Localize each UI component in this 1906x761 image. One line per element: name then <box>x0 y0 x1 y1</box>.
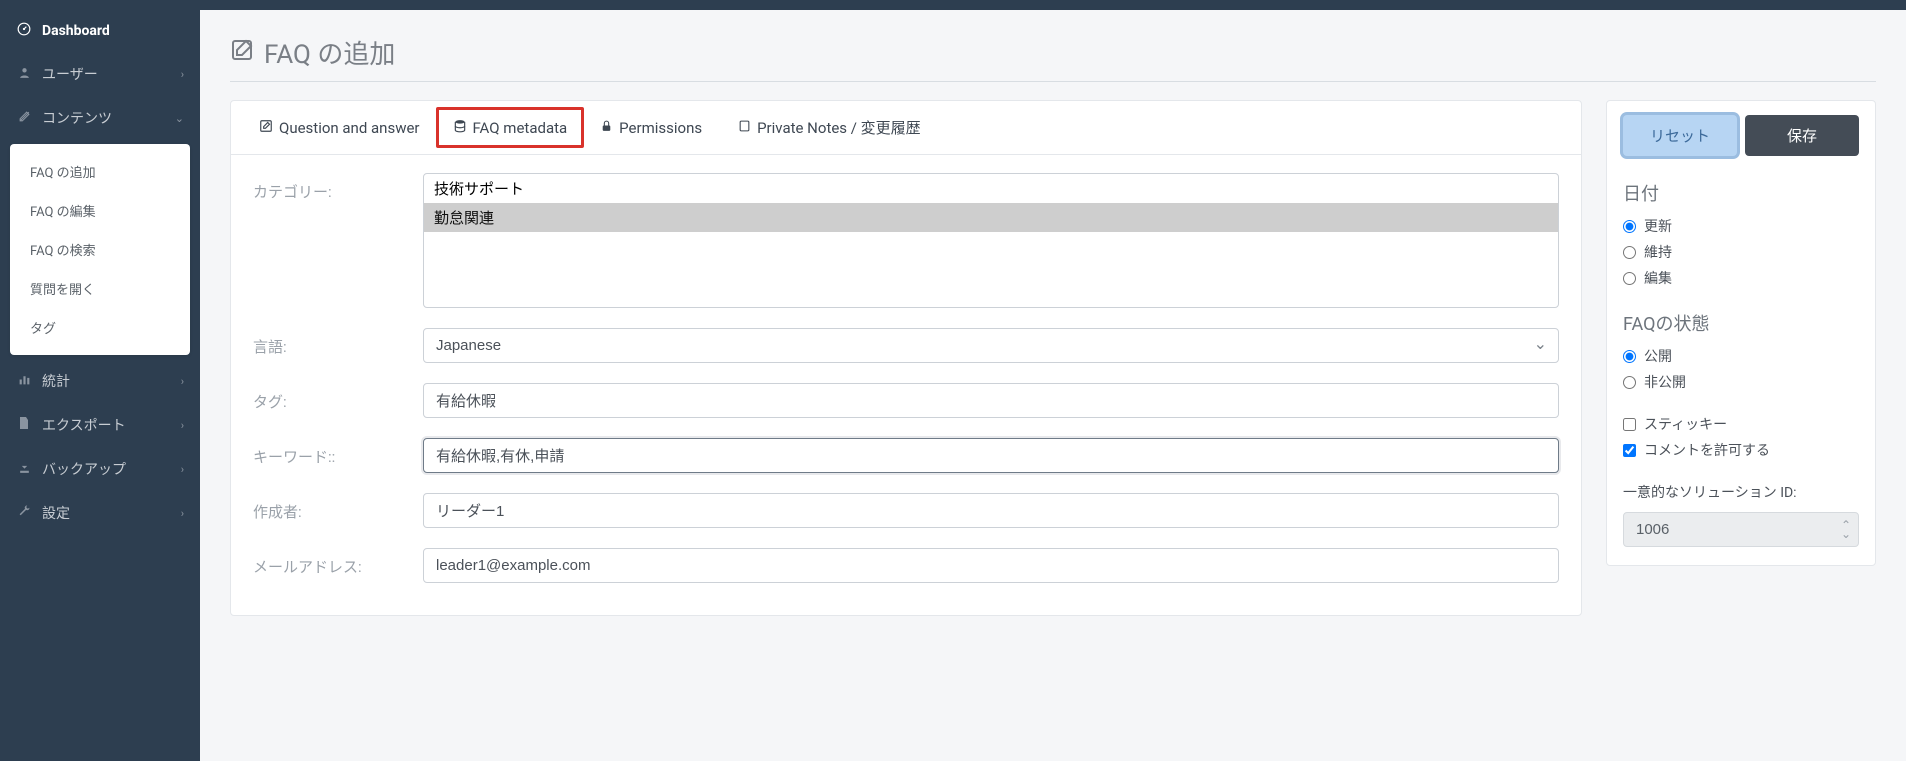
check-sticky-label: スティッキー <box>1644 414 1727 434</box>
save-button[interactable]: 保存 <box>1745 115 1859 156</box>
tabs: Question and answer FAQ metadata Permiss… <box>231 101 1581 155</box>
nav-contents-label: コンテンツ <box>42 108 112 128</box>
nav-settings-label: 設定 <box>42 503 70 523</box>
tag-input[interactable] <box>423 383 1559 418</box>
solution-id-label: 一意的なソリューション ID: <box>1623 482 1859 502</box>
radio-date-keep-input[interactable] <box>1623 246 1636 259</box>
dashboard-icon <box>16 22 32 40</box>
radio-status-private-input[interactable] <box>1623 376 1636 389</box>
edit-icon <box>259 119 273 137</box>
contents-submenu: FAQ の追加 FAQ の編集 FAQ の検索 質問を開く タグ <box>10 144 190 355</box>
nav-dashboard-label: Dashboard <box>42 23 110 39</box>
label-language: 言語: <box>253 328 423 357</box>
email-input[interactable] <box>423 548 1559 583</box>
radio-date-keep[interactable]: 維持 <box>1623 242 1859 262</box>
tab-metadata-label: FAQ metadata <box>473 119 568 137</box>
tab-permissions[interactable]: Permissions <box>582 101 720 154</box>
nav-stats[interactable]: 統計 › <box>0 359 200 403</box>
check-sticky[interactable]: スティッキー <box>1623 414 1859 434</box>
right-panel: リセット 保存 日付 更新 維持 編集 <box>1606 100 1876 566</box>
tab-permissions-label: Permissions <box>619 119 702 137</box>
radio-date-update-label: 更新 <box>1644 216 1672 236</box>
lock-icon <box>600 119 613 137</box>
author-input[interactable] <box>423 493 1559 528</box>
sidebar: Dashboard ユーザー › コンテンツ ⌄ FAQ の追加 FAQ の編集… <box>0 10 200 761</box>
sub-add-faq[interactable]: FAQ の追加 <box>10 152 190 191</box>
radio-date-keep-label: 維持 <box>1644 242 1672 262</box>
chevron-right-icon: › <box>181 375 184 388</box>
main-panel: Question and answer FAQ metadata Permiss… <box>230 100 1582 616</box>
chevron-right-icon: › <box>181 463 184 476</box>
radio-date-update[interactable]: 更新 <box>1623 216 1859 236</box>
tab-metadata[interactable]: FAQ metadata <box>436 107 585 148</box>
nav-export-label: エクスポート <box>42 415 126 435</box>
radio-date-edit-input[interactable] <box>1623 272 1636 285</box>
user-icon <box>16 66 32 83</box>
radio-status-public-input[interactable] <box>1623 350 1636 363</box>
nav-user-label: ユーザー <box>42 64 98 84</box>
nav-export[interactable]: エクスポート › <box>0 403 200 447</box>
category-option-tech[interactable]: 技術サポート <box>424 174 1558 203</box>
chevron-right-icon: › <box>181 419 184 432</box>
category-select[interactable]: 技術サポート 勤怠関連 <box>423 173 1559 308</box>
tab-notes[interactable]: Private Notes / 変更履歴 <box>720 101 939 154</box>
tab-qa[interactable]: Question and answer <box>241 101 438 154</box>
radio-date-update-input[interactable] <box>1623 220 1636 233</box>
radio-status-private[interactable]: 非公開 <box>1623 372 1859 392</box>
database-icon <box>453 119 467 137</box>
chevron-down-icon: ⌄ <box>175 112 184 125</box>
sub-search-faq[interactable]: FAQ の検索 <box>10 230 190 269</box>
number-stepper-icon[interactable]: ⌃⌄ <box>1841 521 1851 539</box>
label-category: カテゴリー: <box>253 173 423 202</box>
nav-settings[interactable]: 設定 › <box>0 491 200 535</box>
sub-open-question[interactable]: 質問を開く <box>10 269 190 308</box>
note-icon <box>738 119 751 137</box>
reset-button[interactable]: リセット <box>1623 115 1737 156</box>
chevron-right-icon: › <box>181 68 184 81</box>
label-email: メールアドレス: <box>253 548 423 577</box>
page-title-text: FAQ の追加 <box>264 34 395 71</box>
radio-date-edit-label: 編集 <box>1644 268 1672 288</box>
chevron-right-icon: › <box>181 507 184 520</box>
download-icon <box>16 461 32 478</box>
edit-square-icon <box>230 38 254 68</box>
nav-stats-label: 統計 <box>42 371 70 391</box>
tab-qa-label: Question and answer <box>279 119 420 137</box>
tab-notes-label: Private Notes / 変更履歴 <box>757 117 921 138</box>
wrench-icon <box>16 505 32 522</box>
language-select[interactable]: Japanese <box>423 328 1559 363</box>
label-keyword: キーワード:: <box>253 438 423 467</box>
label-tag: タグ: <box>253 383 423 412</box>
check-comments-label: コメントを許可する <box>1644 440 1770 460</box>
nav-backup[interactable]: バックアップ › <box>0 447 200 491</box>
date-section-title: 日付 <box>1623 180 1859 206</box>
status-section-title: FAQの状態 <box>1623 310 1859 336</box>
radio-status-public-label: 公開 <box>1644 346 1672 366</box>
nav-contents[interactable]: コンテンツ ⌄ <box>0 96 200 140</box>
label-author: 作成者: <box>253 493 423 522</box>
nav-backup-label: バックアップ <box>42 459 126 479</box>
stats-icon <box>16 373 32 390</box>
check-comments-input[interactable] <box>1623 444 1636 457</box>
file-icon <box>16 416 32 434</box>
nav-dashboard[interactable]: Dashboard <box>0 10 200 52</box>
radio-status-private-label: 非公開 <box>1644 372 1686 392</box>
radio-status-public[interactable]: 公開 <box>1623 346 1859 366</box>
category-option-attendance[interactable]: 勤怠関連 <box>424 203 1558 232</box>
edit-icon <box>16 110 32 127</box>
keyword-input[interactable] <box>423 438 1559 473</box>
check-comments[interactable]: コメントを許可する <box>1623 440 1859 460</box>
radio-date-edit[interactable]: 編集 <box>1623 268 1859 288</box>
sub-edit-faq[interactable]: FAQ の編集 <box>10 191 190 230</box>
nav-user[interactable]: ユーザー › <box>0 52 200 96</box>
main-content: FAQ の追加 Question and answer F <box>200 10 1906 761</box>
sub-tag[interactable]: タグ <box>10 308 190 347</box>
check-sticky-input[interactable] <box>1623 418 1636 431</box>
solution-id-input[interactable] <box>1623 512 1859 547</box>
page-title: FAQ の追加 <box>230 34 1876 71</box>
